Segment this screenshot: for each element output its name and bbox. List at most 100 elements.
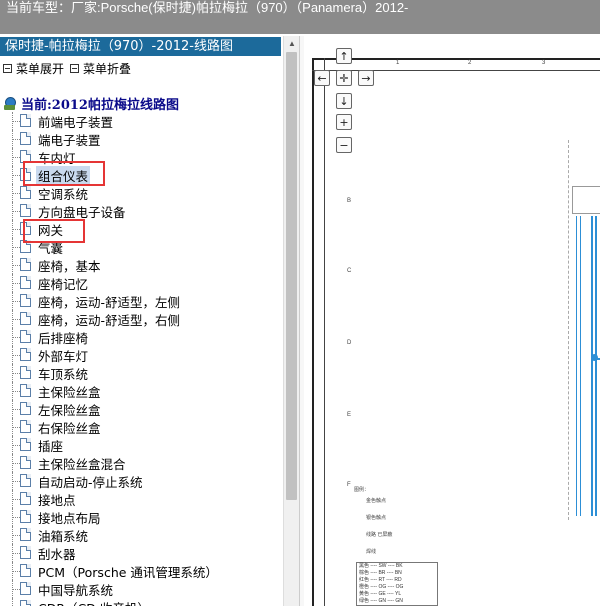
ruler-left: B C D E F [312,58,351,606]
document-icon [20,510,31,523]
tree-item[interactable]: 座椅，基本 [0,256,283,274]
tree-item[interactable]: CDR（CD 收音机） [0,598,283,606]
expand-menu-button[interactable]: 菜单展开 [3,60,64,77]
tree-root[interactable]: 当前:2012帕拉梅拉线路图 [3,94,179,113]
tree-connector [12,175,20,176]
document-icon [20,330,31,343]
tree-item[interactable]: 组合仪表 [0,165,283,185]
document-icon [20,528,31,541]
tree-connector [12,319,20,320]
tree-root-label: 当前:2012帕拉梅拉线路图 [21,98,179,113]
tree-item[interactable]: 网关 [0,220,283,238]
wire [576,216,577,516]
tree-connector [12,409,20,410]
diagram-legend: 图例： 金色触点 银色触点 线路 已屏蔽 焊线 [354,486,392,555]
tree-item[interactable]: 前端电子装置 [0,112,283,130]
header-title: 当前车型：厂家:Porsche(保时捷)帕拉梅拉（970）（Panamera）2… [6,0,409,15]
color-code-row: 黄色 ---- GE ---- YL [359,591,402,597]
tree-item[interactable]: 端电子装置 [0,130,283,148]
tree-item[interactable]: 外部车灯 [0,346,283,364]
junction-dot [591,354,598,361]
color-code-table: 黑色 ---- SW ---- BK 棕色 ---- BR ---- BN 红色 -… [356,562,438,606]
tree-item[interactable]: 气囊 [0,238,283,256]
tree-item-label: 端电子装置 [38,132,101,148]
tree-connector [12,553,20,554]
tree-connector [12,517,20,518]
tree-item[interactable]: 座椅，运动-舒适型，右侧 [0,310,283,328]
color-code-row: 橙色 ---- OG ---- OG [359,584,404,590]
tree-item[interactable]: 右保险丝盒 [0,418,283,436]
tree-item[interactable]: 主保险丝盒 [0,382,283,400]
document-icon [20,168,31,181]
collapse-menu-button[interactable]: 菜单折叠 [70,60,131,77]
document-icon [20,456,31,469]
header-bar: 当前车型：厂家:Porsche(保时捷)帕拉梅拉（970）（Panamera）2… [0,0,600,34]
pan-center-button[interactable]: ✛ [336,70,352,86]
tree-item[interactable]: 座椅，运动-舒适型，左侧 [0,292,283,310]
tree-connector [12,247,20,248]
tree-item[interactable]: 接地点布局 [0,508,283,526]
scroll-thumb[interactable] [286,52,297,500]
tree-item[interactable]: PCM（Porsche 通讯管理系统） [0,562,283,580]
document-icon [20,420,31,433]
pan-left-button[interactable]: ← [314,70,330,86]
document-icon [20,150,31,163]
tree-connector [12,229,20,230]
ruler-left-label: C [347,268,352,274]
tree-item-label: 中国导航系统 [38,582,114,598]
connector-block [572,186,600,214]
tree-connector [12,391,20,392]
tree-item-label: 组合仪表 [36,165,91,185]
document-icon [20,384,31,397]
tree-item[interactable]: 车内灯 [0,148,283,166]
tree-list: 前端电子装置端电子装置车内灯 组合仪表 空调系统 方向盘电子设备 网关 气囊 座椅，基本座椅… [0,112,283,606]
tree-item[interactable]: 座椅记忆 [0,274,283,292]
tree-item-label: 座椅，运动-舒适型，左侧 [38,294,181,310]
legend-item: 线路 已屏蔽 [366,532,393,538]
tree-connector [12,355,20,356]
legend-item: 金色触点 [366,498,387,504]
menu-scrollbar[interactable]: ▲ [283,36,300,606]
scroll-up-arrow-icon[interactable]: ▲ [284,36,300,50]
pan-down-button[interactable]: ↓ [336,93,352,109]
document-icon [20,366,31,379]
pan-up-button[interactable]: ↑ [336,48,352,64]
zoom-in-button[interactable]: + [336,114,352,130]
document-icon [20,438,31,451]
tree-item[interactable]: 主保险丝盒混合 [0,454,283,472]
tree-item[interactable]: 左保险丝盒 [0,400,283,418]
tree-item[interactable]: 自动启动-停止系统 [0,472,283,490]
tree-connector [12,481,20,482]
tree-item[interactable]: 方向盘电子设备 [0,202,283,220]
tree-item-label: 左保险丝盒 [38,402,101,418]
document-icon [20,546,31,559]
tree-item-label: 油箱系统 [38,528,89,544]
tree-item[interactable]: 车顶系统 [0,364,283,382]
tree-item[interactable]: 接地点 [0,490,283,508]
tree-item[interactable]: 插座 [0,436,283,454]
tree-item[interactable]: 刮水器 [0,544,283,562]
ruler-left-label: E [347,412,352,418]
ruler-left-label: B [347,198,352,204]
tree-item-label: 车顶系统 [38,366,89,382]
tree-item-label: 座椅记忆 [38,276,89,292]
tree-item[interactable]: 后排座椅 [0,328,283,346]
tree-item-label: 车内灯 [38,150,76,166]
wire [595,216,597,516]
document-icon [20,312,31,325]
tree-item[interactable]: 空调系统 [0,184,283,202]
tree-connector [12,121,20,122]
document-icon [20,474,31,487]
zoom-out-button[interactable]: − [336,137,352,153]
tree-item[interactable]: 中国导航系统 [0,580,283,598]
legend-item: 焊线 [366,549,377,555]
ruler-top-label: 2 [468,60,472,66]
pan-right-button[interactable]: → [358,70,374,86]
document-icon [20,132,31,145]
tree-item-label: 右保险丝盒 [38,420,101,436]
pane-title: 保时捷-帕拉梅拉（970）-2012-线路图 [0,37,281,56]
tree-item-label: 主保险丝盒 [38,384,101,400]
tree-item[interactable]: 油箱系统 [0,526,283,544]
tree-item-label: 插座 [38,438,64,454]
diagram-pane: 1 2 3 B C D E F ↑ ← ✛ → ↓ + − 图例： 金色触点 银… [304,36,600,606]
